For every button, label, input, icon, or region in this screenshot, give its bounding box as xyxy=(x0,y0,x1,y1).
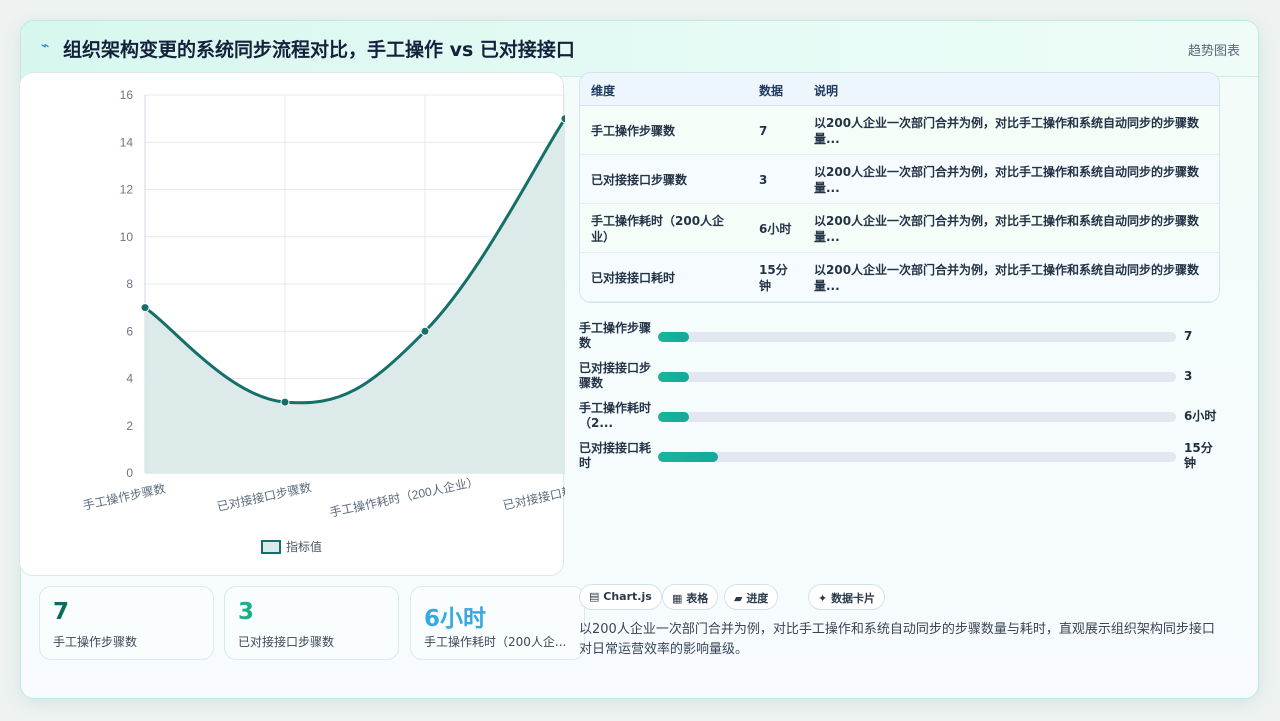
table-cell-description: 以200人企业一次部门合并为例，对比手工操作和系统自动同步的步骤数量... xyxy=(814,214,1200,244)
stat-value: 3 xyxy=(238,599,255,625)
progress-row: 手工操作步骤数 7 xyxy=(579,321,1220,353)
table-cell-description: 以200人企业一次部门合并为例，对比手工操作和系统自动同步的步骤数量... xyxy=(814,165,1200,195)
progress-track xyxy=(658,332,1176,342)
table-row: 手工操作步骤数 7 以200人企业一次部门合并为例，对比手工操作和系统自动同步的步骤… xyxy=(580,106,1219,155)
y-tick-label: 2 xyxy=(126,419,133,433)
stat-card: 6小时手工操作耗时（200人企... xyxy=(410,586,585,660)
y-tick-label: 14 xyxy=(120,135,134,149)
stat-card: 3 已对接接口步骤数 xyxy=(224,586,399,660)
x-tick-label: 手工操作步骤数 xyxy=(81,481,166,513)
table-cell-description: 以200人企业一次部门合并为例，对比手工操作和系统自动同步的步骤数量... xyxy=(814,263,1200,293)
progress-label: 手工操作耗时（2... xyxy=(579,401,652,430)
table-row: 已对接接口耗时 15分钟 以200人企业一次部门合并为例，对比手工操作和系统自动同步… xyxy=(580,253,1219,302)
progress-row: 已对接接口耗时 15分钟 xyxy=(579,441,1220,473)
chip-table[interactable]: ▦ 表格 xyxy=(662,584,719,610)
chip-label: Chart.js xyxy=(603,590,652,603)
stat-label: 手工操作耗时（200人企... xyxy=(424,635,567,649)
stat-value: 6小时 xyxy=(424,606,487,632)
line-chart-panel: 0 2 4 6 8 10 12 14 16 手工操作步骤数 已对接接口步骤数 手工操作耗时（200人企… xyxy=(19,72,565,576)
chip-label: 数据卡片 xyxy=(831,592,876,605)
progress-label: 已对接接口耗时 xyxy=(579,441,652,470)
header-bar: ⌁ 组织架构变更的系统同步流程对比，手工操作 vs 已对接接口 趋势图表 xyxy=(21,21,1258,77)
progress-fill xyxy=(658,452,718,462)
progress-value: 15分钟 xyxy=(1184,441,1213,470)
y-tick-label: 10 xyxy=(120,230,134,244)
progress-row: 手工操作耗时（2... 6小时 xyxy=(579,401,1220,433)
y-tick-label: 6 xyxy=(126,324,133,338)
x-tick-label: 已对接接口耗时 xyxy=(501,481,565,513)
progress-fill xyxy=(658,412,690,422)
table-cell-dimension: 手工操作步骤数 xyxy=(591,124,676,138)
y-tick-label: 8 xyxy=(126,277,133,291)
table-cell-value: 6小时 xyxy=(759,222,792,236)
table-cell-dimension: 已对接接口耗时 xyxy=(591,271,676,285)
progress-fill xyxy=(658,332,690,342)
line-chart: 0 2 4 6 8 10 12 14 16 手工操作步骤数 已对接接口步骤数 手工操作耗时（200人企… xyxy=(81,88,565,554)
table-cell-dimension: 已对接接口步骤数 xyxy=(591,173,688,187)
progress-label: 手工操作步骤数 xyxy=(579,321,652,350)
table-row: 手工操作耗时（200人企业） 6小时 以200人企业一次部门合并为例，对比手工操作和… xyxy=(580,204,1219,253)
progress-value: 6小时 xyxy=(1184,409,1217,423)
page-title: 组织架构变更的系统同步流程对比，手工操作 vs 已对接接口 xyxy=(63,39,575,61)
y-tick-label: 4 xyxy=(126,372,133,386)
table-cell-value: 3 xyxy=(759,173,768,187)
x-tick-label: 手工操作耗时（200人企业） xyxy=(328,473,480,519)
table-row: 已对接接口步骤数 3 以200人企业一次部门合并为例，对比手工操作和系统自动同步的步… xyxy=(580,155,1219,204)
data-point[interactable] xyxy=(420,326,430,336)
progress-track xyxy=(658,412,1176,422)
table-header-data: 数据 xyxy=(759,84,784,98)
data-point[interactable] xyxy=(560,114,565,124)
progress-label: 已对接接口步骤数 xyxy=(579,361,652,390)
progress-track xyxy=(658,372,1176,382)
data-point[interactable] xyxy=(280,397,290,407)
y-tick-label: 0 xyxy=(126,466,133,480)
chip-progress[interactable]: ▰ 进度 xyxy=(724,584,779,610)
chart-description: 以200人企业一次部门合并为例，对比手工操作和系统自动同步的步骤数量与耗时，直观… xyxy=(579,622,1215,657)
stat-card: 7 手工操作步骤数 xyxy=(39,586,214,660)
chip-label: 进度 xyxy=(746,592,769,605)
y-tick-label: 12 xyxy=(120,183,134,197)
data-table: 维度 数据 说明 手工操作步骤数 7 以200人企业一次部门合并为例，对比手工操作和… xyxy=(579,72,1220,303)
pulse-icon: ⌁ xyxy=(41,38,50,54)
y-tick-label: 16 xyxy=(120,88,134,102)
table-cell-dimension: 手工操作耗时（200人企业） xyxy=(591,214,725,244)
table-cell-value: 15分钟 xyxy=(759,263,788,293)
stat-label: 已对接接口步骤数 xyxy=(238,635,335,649)
table-cell-description: 以200人企业一次部门合并为例，对比手工操作和系统自动同步的步骤数量... xyxy=(814,116,1200,146)
stat-label: 手工操作步骤数 xyxy=(53,635,138,649)
table-header-dimension: 维度 xyxy=(591,84,616,98)
chip-label: 表格 xyxy=(686,592,709,605)
progress-row: 已对接接口步骤数 3 xyxy=(579,361,1220,393)
table-header-description: 说明 xyxy=(814,84,839,98)
chart-type-tag: 趋势图表 xyxy=(1187,44,1240,59)
data-point[interactable] xyxy=(140,303,150,313)
progress-value: 7 xyxy=(1184,329,1193,343)
chip-chart[interactable]: ▤ Chart.js xyxy=(579,584,662,610)
progress-fill xyxy=(658,372,690,382)
progress-icon: ▰ xyxy=(734,592,743,605)
series-area xyxy=(145,118,565,473)
table-cell-value: 7 xyxy=(759,124,768,138)
x-tick-label: 已对接接口步骤数 xyxy=(216,479,313,514)
progress-value: 3 xyxy=(1184,369,1193,383)
chip-sparkle[interactable]: ✦ 数据卡片 xyxy=(808,584,886,610)
sparkle-icon: ✦ xyxy=(818,592,828,605)
chart-icon: ▤ xyxy=(589,590,600,603)
table-icon: ▦ xyxy=(672,592,683,605)
table-header: 维度 数据 说明 xyxy=(580,73,1219,106)
stat-value: 7 xyxy=(53,599,70,625)
progress-track xyxy=(658,452,1176,462)
legend-label[interactable]: 指标值 xyxy=(286,539,322,554)
legend-swatch[interactable] xyxy=(261,540,281,554)
